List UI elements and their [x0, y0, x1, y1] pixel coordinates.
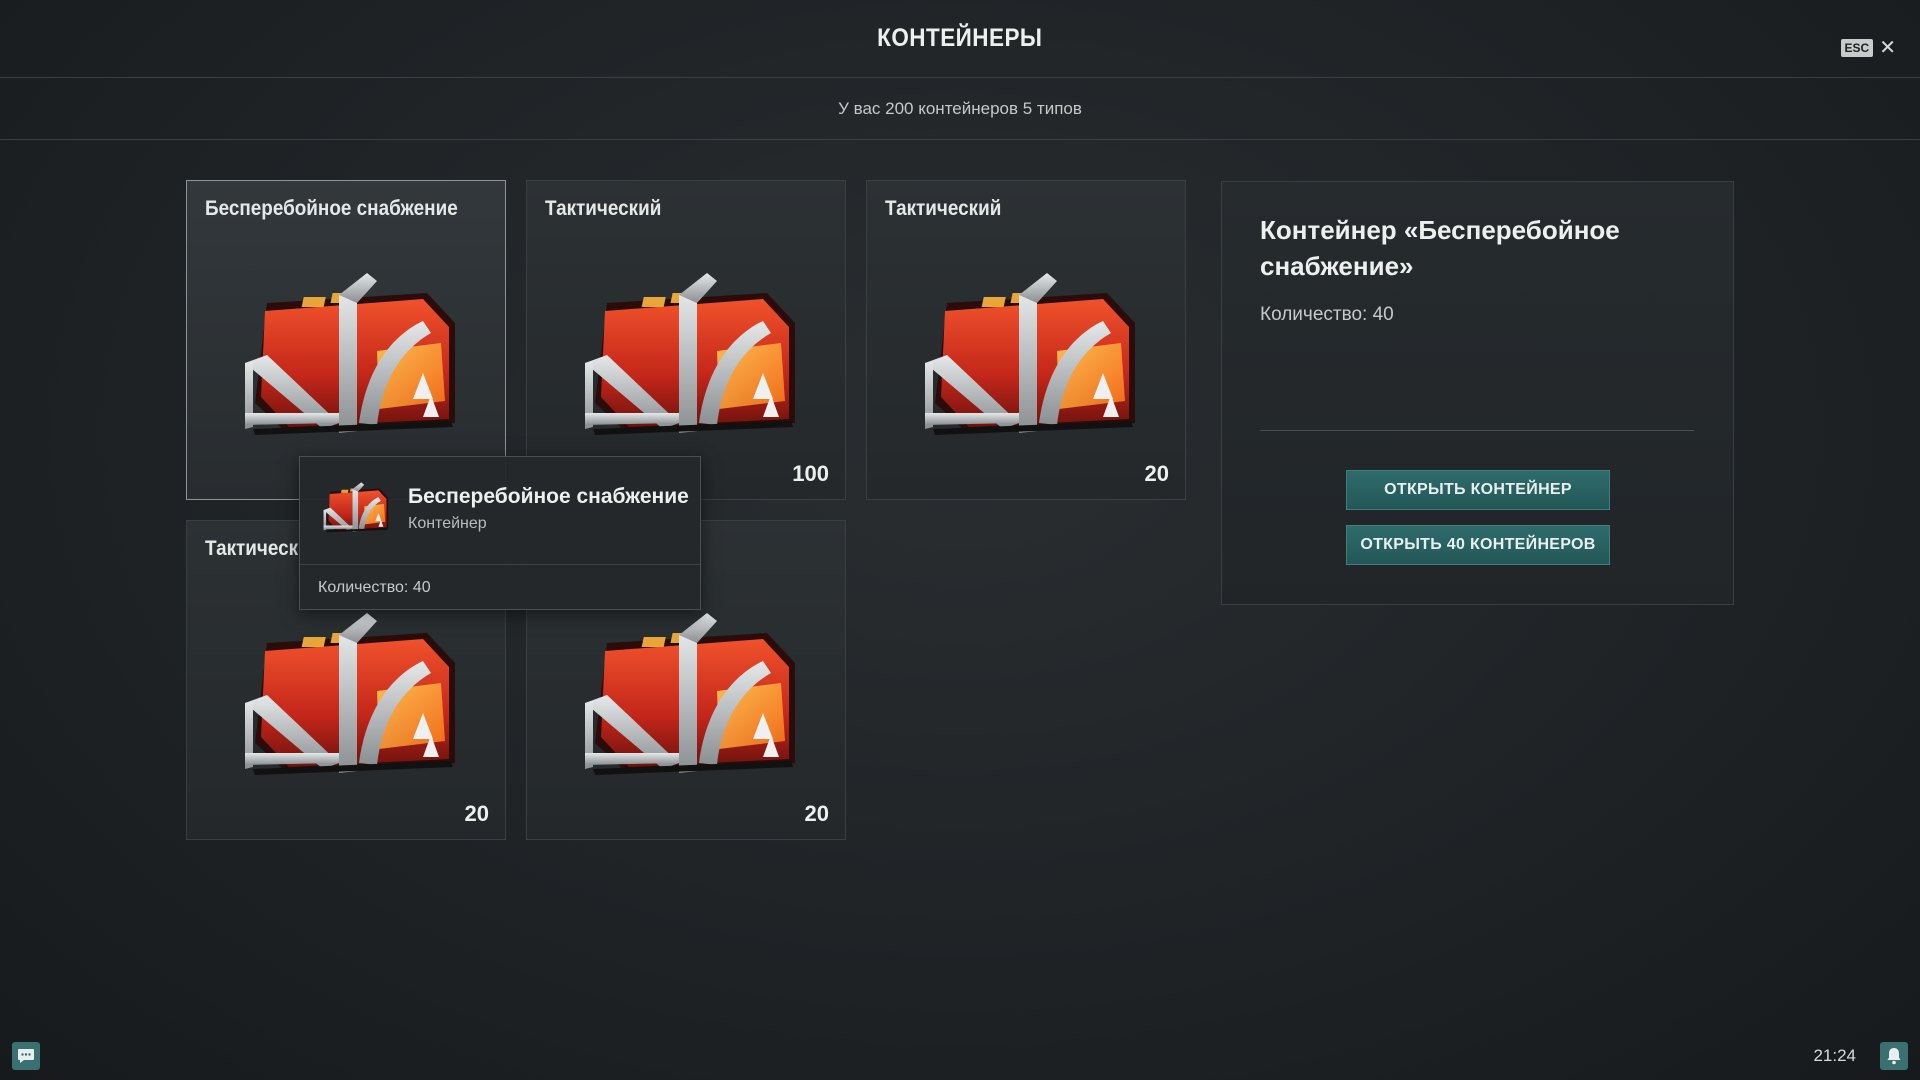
- tooltip-quantity: Количество: 40: [318, 579, 431, 596]
- details-title: Контейнер «Бесперебойное снабжение»: [1260, 215, 1620, 281]
- details-quantity: Количество: 40: [1260, 304, 1394, 325]
- container-card[interactable]: Тактический 20: [866, 180, 1186, 500]
- container-card-count: 20: [1144, 461, 1169, 486]
- details-divider: [1260, 430, 1694, 431]
- open-all-containers-button[interactable]: ОТКРЫТЬ 40 КОНТЕЙНЕРОВ: [1346, 525, 1610, 565]
- notifications-button[interactable]: [1880, 1042, 1908, 1070]
- open-container-button[interactable]: ОТКРЫТЬ КОНТЕЙНЕР: [1346, 470, 1610, 510]
- container-tooltip: Бесперебойное снабжение Контейнер Количе…: [299, 456, 701, 610]
- page-header: КОНТЕЙНЕРЫ ESC ✕: [0, 0, 1920, 78]
- close-icon[interactable]: ✕: [1879, 38, 1896, 58]
- container-crate-icon: [585, 273, 795, 435]
- container-card-title: Тактический: [885, 197, 1002, 220]
- tooltip-title: Бесперебойное снабжение: [408, 485, 689, 508]
- chat-button[interactable]: [12, 1042, 40, 1070]
- esc-key-badge: ESC: [1840, 39, 1874, 57]
- container-card-count: 20: [464, 801, 489, 826]
- tooltip-subtitle: Контейнер: [408, 515, 487, 532]
- container-card-title: Тактическ: [205, 537, 299, 560]
- container-card[interactable]: Тактический 100: [526, 180, 846, 500]
- container-card-count: 20: [804, 801, 829, 826]
- close-button[interactable]: ESC ✕: [1840, 38, 1896, 58]
- container-crate-icon: [585, 613, 795, 775]
- container-card-title: Тактический: [545, 197, 662, 220]
- bell-icon: [1887, 1048, 1901, 1065]
- clock: 21:24: [1813, 1046, 1856, 1065]
- container-crate-icon: [323, 482, 389, 533]
- container-crate-icon: [245, 273, 455, 435]
- container-crate-icon: [245, 613, 455, 775]
- containers-summary-text: У вас 200 контейнеров 5 типов: [838, 98, 1082, 118]
- container-details-panel: Контейнер «Бесперебойное снабжение» Коли…: [1221, 181, 1734, 605]
- containers-summary-bar: У вас 200 контейнеров 5 типов: [0, 78, 1920, 140]
- container-card-count: 100: [792, 461, 829, 486]
- chat-icon: [18, 1049, 34, 1063]
- tooltip-divider: [300, 564, 700, 565]
- container-card-title: Бесперебойное снабжение: [205, 197, 458, 220]
- page-title: КОНТЕЙНЕРЫ: [877, 24, 1043, 52]
- container-crate-icon: [925, 273, 1135, 435]
- container-card[interactable]: Бесперебойное снабжение: [186, 180, 506, 500]
